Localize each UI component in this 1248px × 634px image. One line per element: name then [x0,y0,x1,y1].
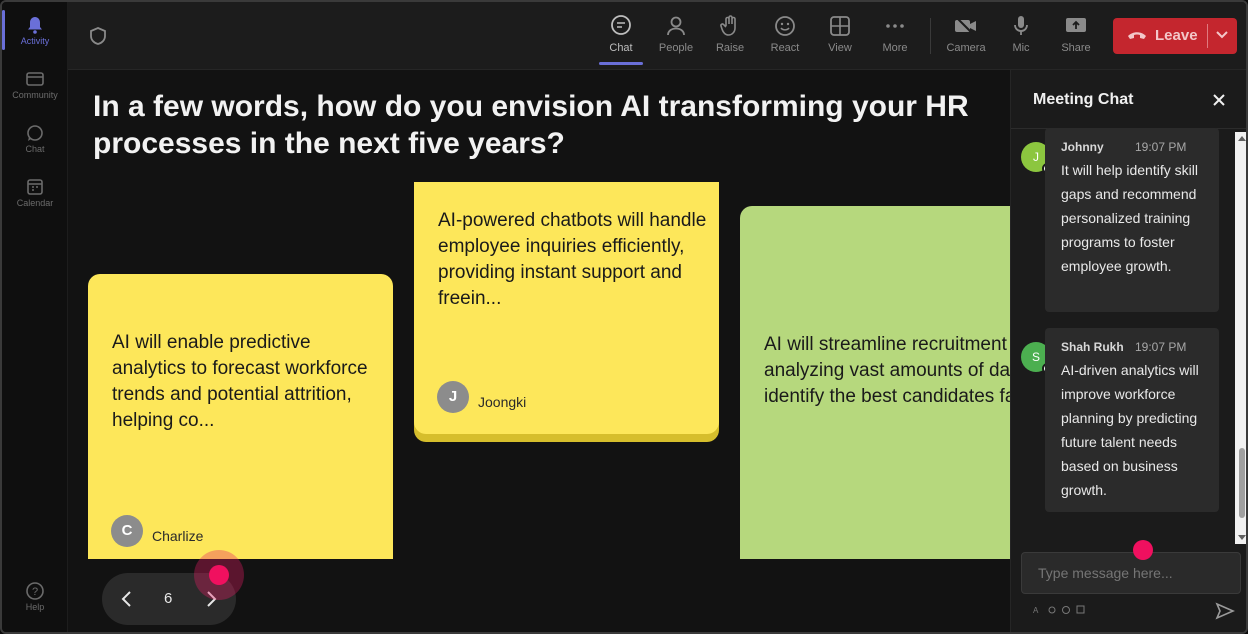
message-time: 19:07 PM [1135,340,1187,354]
scroll-down-icon[interactable] [1238,535,1246,541]
toolbar-label: More [882,42,908,54]
toolbar-people-button[interactable]: People [651,14,701,54]
chat-message: Shah Rukh 19:07 PM AI-driven analytics w… [1045,328,1219,512]
rail-item-help[interactable]: ? Help [2,582,68,612]
note-text: AI will enable predictive analytics to f… [112,332,368,431]
left-rail: Activity Community Chat Calendar ? Help [2,2,68,632]
message-text: AI-driven analytics will improve workfor… [1061,362,1199,498]
share-screen-icon [1066,18,1086,32]
click-indicator [209,565,229,585]
raise-hand-icon [720,15,736,36]
chat-message-input[interactable] [1021,552,1241,594]
scroll-up-icon[interactable] [1238,135,1246,141]
hang-up-icon [1128,32,1146,39]
rail-label: Help [25,602,45,612]
rail-item-activity[interactable]: Activity [2,10,68,50]
message-author: Shah Rukh [1061,340,1124,354]
cursor-indicator [1133,540,1153,560]
message-author: Johnny [1061,140,1104,154]
chat-title: Meeting Chat [1033,91,1134,108]
toolbar-more-button[interactable]: More [870,14,920,54]
rail-label: Community [12,90,58,100]
chevron-down-icon[interactable] [1215,30,1229,40]
meeting-toolbar: Chat People Raise React View More Camera [68,2,1246,70]
grid-view-icon [830,16,850,36]
help-icon: ? [26,582,44,600]
svg-text:?: ? [32,586,38,598]
message-time: 19:07 PM [1135,140,1187,154]
toolbar-label: View [828,42,852,54]
toolbar-mic-button[interactable]: Mic [996,14,1046,54]
leave-label: Leave [1155,27,1198,44]
toolbar-camera-button[interactable]: Camera [941,14,991,54]
calendar-icon [27,179,43,195]
avatar-initial: S [1031,350,1040,364]
scrollbar-thumb[interactable] [1239,448,1245,518]
rail-label: Activity [20,36,50,46]
emoji-icon [775,16,795,36]
shield-icon[interactable] [88,26,108,46]
camera-off-icon [955,16,976,36]
more-dots-icon [886,24,904,28]
chat-icon [611,15,631,35]
sticky-note[interactable]: AI will streamline recruitment by analyz… [740,206,1010,559]
community-icon [26,72,44,86]
page-number: 6 [164,590,173,607]
toolbar-label: Camera [946,42,986,54]
toolbar-label: Share [1061,42,1091,54]
format-options-icon[interactable]: A [1033,605,1093,615]
rail-item-chat[interactable]: Chat [2,124,68,154]
meeting-chat-panel: Meeting Chat J Johnny 19:07 PM It will h… [1010,70,1246,632]
note-text: AI will streamline recruitment by analyz… [764,334,1010,407]
chat-bubble-icon [27,125,43,141]
rail-label: Chat [25,144,45,154]
toolbar-label: React [770,42,800,54]
toolbar-divider [930,18,931,54]
bell-icon [28,17,42,34]
toolbar-label: Raise [715,42,745,54]
microphone-icon [1014,16,1028,35]
leave-button[interactable]: Leave [1113,18,1237,54]
message-text: It will help identify skill gaps and rec… [1061,162,1198,274]
toolbar-label: People [658,42,694,54]
sticky-note[interactable]: AI will enable predictive analytics to f… [88,274,393,559]
sticky-note[interactable]: AI-powered chatbots will handle employee… [414,182,719,434]
note-author: Joongki [478,394,527,410]
people-icon [667,16,685,36]
toolbar-view-button[interactable]: View [815,14,865,54]
poll-question: In a few words, how do you envision AI t… [93,90,969,160]
chat-message: Johnny 19:07 PM It will help identify sk… [1045,128,1219,312]
format-toolbar[interactable]: A [1033,605,1093,617]
svg-text:A: A [1033,606,1043,615]
rail-item-community[interactable]: Community [2,70,68,100]
chevron-left-icon[interactable] [120,589,134,609]
avatar: C [111,515,143,547]
toolbar-react-button[interactable]: React [760,14,810,54]
toolbar-chat-button[interactable]: Chat [596,14,646,65]
toolbar-share-button[interactable]: Share [1051,14,1101,54]
note-author: Charlize [152,528,204,544]
avatar: J [437,381,469,413]
chat-scrollbar[interactable] [1235,132,1246,544]
note-text: AI-powered chatbots will handle employee… [438,210,707,309]
toolbar-raise-button[interactable]: Raise [705,14,755,54]
close-icon[interactable] [1211,92,1227,108]
rail-item-calendar[interactable]: Calendar [2,178,68,208]
main-stage: In a few words, how do you envision AI t… [68,70,1010,632]
leave-divider [1207,24,1208,48]
avatar-initial: J [1033,150,1039,164]
toolbar-label: Chat [609,42,633,54]
send-icon[interactable] [1215,602,1235,620]
toolbar-label: Mic [1012,42,1030,54]
rail-label: Calendar [16,198,54,208]
app-window: Activity Community Chat Calendar ? Help … [0,0,1248,634]
